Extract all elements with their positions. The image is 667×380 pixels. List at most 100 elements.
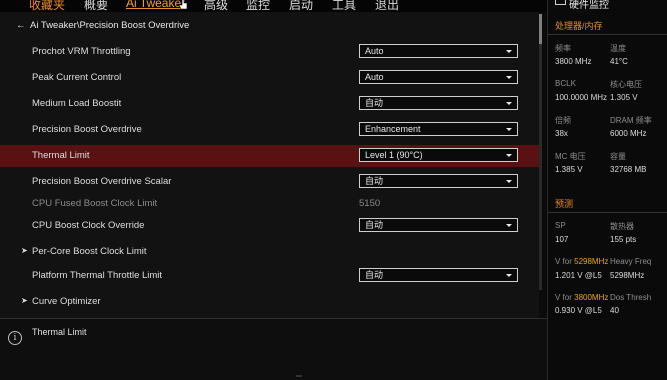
hand-cursor-icon — [179, 0, 188, 10]
setting-label: Precision Boost Overdrive — [32, 124, 142, 135]
setting-dropdown[interactable]: 自动 — [359, 268, 518, 282]
monitor-value: 3800 MHz — [555, 57, 592, 66]
monitor-icon — [555, 0, 566, 5]
monitor-value: 38x — [555, 129, 568, 138]
setting-label: CPU Boost Clock Override — [32, 220, 145, 231]
submenu-label: Curve Optimizer — [32, 296, 101, 307]
breadcrumb-path: Ai Tweaker\Precision Boost Overdrive — [30, 20, 190, 31]
v-for-prefix: V for — [555, 293, 575, 302]
back-arrow-icon[interactable]: ← — [16, 20, 28, 31]
setting-dropdown[interactable]: Level 1 (90°C) — [359, 148, 518, 162]
info-icon: i — [8, 331, 22, 345]
scrollbar[interactable] — [539, 14, 542, 290]
setting-row-selected[interactable]: Thermal Limit Level 1 (90°C) — [0, 145, 539, 167]
monitor-key: 容量 — [610, 152, 626, 161]
monitor-key: V for 3800MHz — [555, 293, 608, 302]
v-for-prefix: V for — [555, 257, 575, 266]
section-title-cpu-memory: 处理器/内存 — [555, 21, 603, 31]
setting-row[interactable]: Precision Boost Overdrive Enhancement — [0, 119, 539, 141]
setting-row[interactable]: CPU Boost Clock Override 自动 — [0, 215, 539, 237]
monitor-key: Dos Thresh — [610, 293, 652, 302]
monitor-key: BCLK — [555, 79, 576, 88]
chevron-down-icon — [506, 274, 512, 277]
setting-row[interactable]: Prochot VRM Throttling Auto — [0, 41, 539, 63]
dropdown-value: 自动 — [365, 176, 384, 186]
monitor-key: 核心电压 — [610, 80, 642, 89]
monitor-title: 硬件监控 — [569, 0, 609, 11]
setting-row-readonly: CPU Fused Boost Clock Limit 5150 — [0, 193, 539, 215]
chevron-down-icon — [506, 128, 512, 131]
setting-dropdown[interactable]: Auto — [359, 70, 518, 84]
setting-row[interactable]: Platform Thermal Throttle Limit 自动 — [0, 265, 539, 287]
chevron-down-icon — [506, 50, 512, 53]
scrollbar-thumb[interactable] — [539, 14, 542, 44]
monitor-value: 0.930 V @L5 — [555, 306, 602, 315]
hardware-monitor: 硬件监控 处理器/内存 频率 温度 3800 MHz 41°C BCLK 核心电… — [548, 0, 667, 380]
setting-label: Thermal Limit — [32, 150, 90, 161]
monitor-value: 107 — [555, 235, 569, 244]
submenu-row[interactable]: ➤ Curve Optimizer — [0, 291, 539, 313]
monitor-value: 1.305 V — [610, 93, 638, 102]
divider — [296, 375, 302, 377]
divider — [548, 212, 667, 213]
monitor-key: MC 电压 — [555, 152, 586, 161]
tab-ai-tweaker[interactable]: Ai Tweaker — [126, 0, 186, 10]
submenu-row[interactable]: ➤ Per-Core Boost Clock Limit — [0, 241, 539, 263]
monitor-key: 温度 — [610, 44, 626, 53]
setting-label: Platform Thermal Throttle Limit — [32, 270, 163, 281]
monitor-key: SP — [555, 221, 566, 230]
monitor-value: 32768 MB — [610, 165, 647, 174]
v-for-frequency: 3800MHz — [574, 293, 609, 302]
setting-label: Medium Load Boostit — [32, 98, 122, 109]
help-text: Thermal Limit — [32, 327, 87, 337]
divider — [548, 34, 667, 35]
section-title-prediction: 预测 — [555, 199, 574, 209]
chevron-down-icon — [506, 154, 512, 157]
monitor-value: 155 pts — [610, 235, 637, 244]
dropdown-value: 自动 — [365, 220, 384, 230]
chevron-right-icon: ➤ — [21, 296, 28, 305]
setting-label: Prochot VRM Throttling — [32, 46, 131, 57]
monitor-key: V for 5298MHz — [555, 257, 608, 266]
monitor-value: 1.385 V — [555, 165, 583, 174]
v-for-frequency: 5298MHz — [574, 257, 609, 266]
setting-dropdown[interactable]: 自动 — [359, 96, 518, 110]
monitor-value: 41°C — [610, 57, 628, 66]
setting-row[interactable]: Medium Load Boostit 自动 — [0, 93, 539, 115]
setting-dropdown[interactable]: 自动 — [359, 174, 518, 188]
dropdown-value: Auto — [365, 46, 384, 56]
monitor-value: 6000 MHz — [610, 129, 647, 138]
setting-dropdown[interactable]: Auto — [359, 44, 518, 58]
chevron-down-icon — [506, 180, 512, 183]
dropdown-value: Auto — [365, 72, 384, 82]
dropdown-value: 自动 — [365, 98, 384, 108]
monitor-key: Heavy Freq — [610, 257, 652, 266]
monitor-value: 1.201 V @L5 — [555, 271, 602, 280]
monitor-value: 100.0000 MHz — [555, 93, 608, 102]
dropdown-value: Level 1 (90°C) — [365, 150, 423, 160]
setting-dropdown[interactable]: 自动 — [359, 218, 518, 232]
breadcrumb: ← Ai Tweaker\Precision Boost Overdrive — [16, 20, 189, 31]
monitor-key: 散热器 — [610, 222, 634, 231]
monitor-key: 倍频 — [555, 116, 571, 125]
help-panel: i Thermal Limit — [0, 319, 548, 380]
monitor-value: 40 — [610, 306, 619, 315]
setting-dropdown[interactable]: Enhancement — [359, 122, 518, 136]
settings-panel: ← Ai Tweaker\Precision Boost Overdrive Pr… — [0, 12, 539, 318]
chevron-down-icon — [506, 224, 512, 227]
setting-label: Precision Boost Overdrive Scalar — [32, 176, 172, 187]
submenu-label: Per-Core Boost Clock Limit — [32, 246, 147, 257]
setting-label: CPU Fused Boost Clock Limit — [32, 198, 158, 209]
dropdown-value: 自动 — [365, 270, 384, 280]
monitor-key: DRAM 频率 — [610, 116, 652, 125]
setting-label: Peak Current Control — [32, 72, 122, 83]
dropdown-value: Enhancement — [365, 124, 421, 134]
monitor-key: 频率 — [555, 44, 571, 53]
top-nav: 收藏夹 概要 Ai Tweaker 高级 监控 启动 工具 退出 — [0, 0, 548, 12]
chevron-down-icon — [506, 102, 512, 105]
setting-row[interactable]: Precision Boost Overdrive Scalar 自动 — [0, 171, 539, 193]
setting-row[interactable]: Peak Current Control Auto — [0, 67, 539, 89]
setting-value: 5150 — [359, 198, 381, 209]
chevron-right-icon: ➤ — [21, 246, 28, 255]
monitor-value: 5298MHz — [610, 271, 645, 280]
